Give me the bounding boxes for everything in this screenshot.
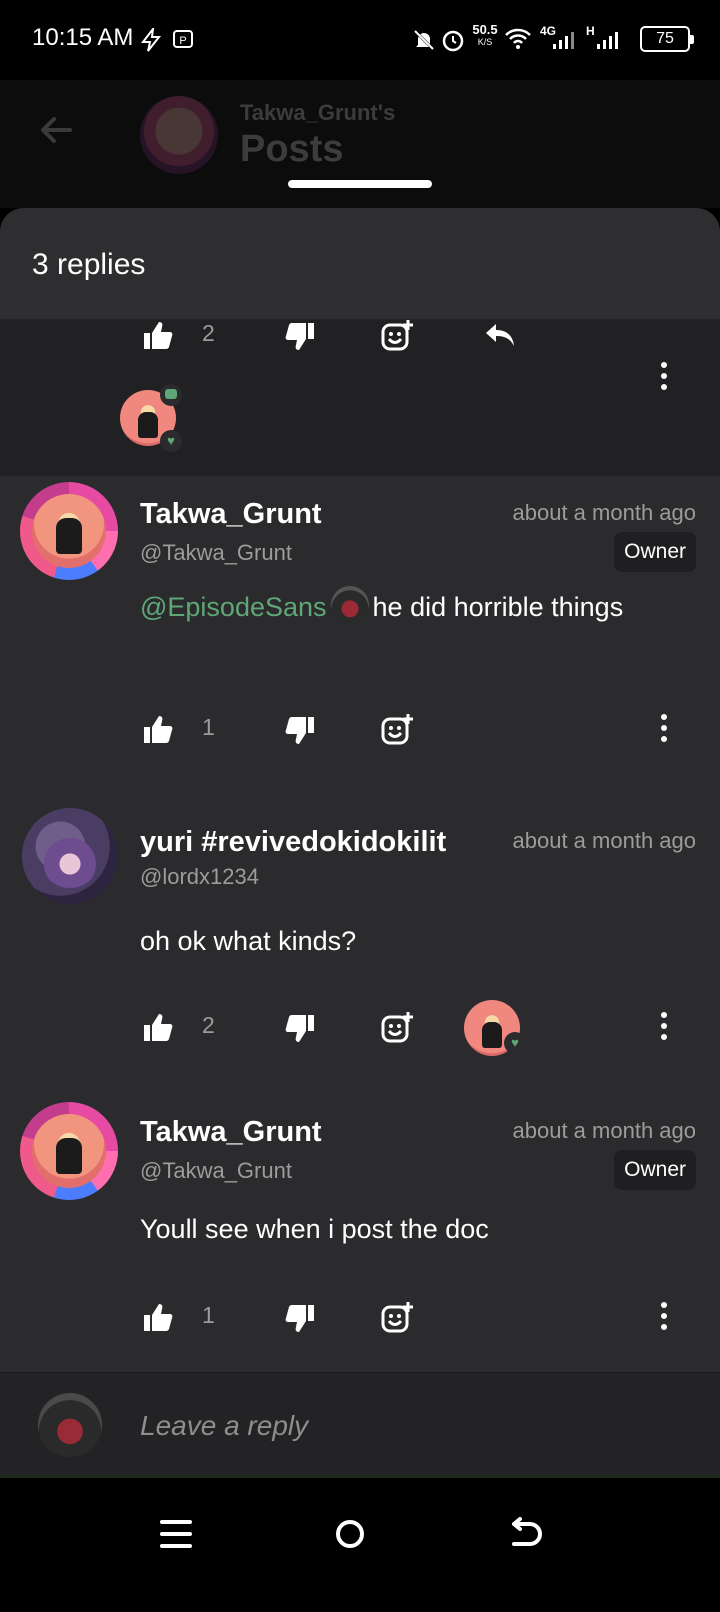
header-avatar (140, 96, 218, 174)
reply-handle: @Takwa_Grunt (140, 540, 292, 565)
reply-input[interactable] (140, 1401, 660, 1451)
mute-bell-icon (413, 29, 435, 51)
sheet-header: 3 replies (0, 208, 720, 320)
reply-item: yuri #revivedokidokilit about a month ag… (0, 798, 720, 1088)
net-speed: 50.5 K/S (472, 22, 498, 47)
reply-body: Youll see when i post the doc (140, 1214, 489, 1244)
add-reaction-icon[interactable] (380, 1300, 416, 1336)
like-icon[interactable] (140, 1300, 176, 1336)
dislike-icon[interactable] (282, 1010, 318, 1046)
add-reaction-icon[interactable] (380, 318, 416, 354)
reply-action-row: 2 ♥ (0, 1000, 720, 1058)
battery-indicator: 75 (640, 26, 694, 52)
menu-icon[interactable] (146, 1504, 206, 1564)
reply-timestamp: about a month ago (512, 500, 696, 525)
parent-action-row: 2 (0, 310, 720, 366)
like-count: 1 (202, 1302, 215, 1328)
parent-post-actions: 2 ♥ (0, 320, 720, 476)
reply-handle: @Takwa_Grunt (140, 1158, 292, 1183)
replies-sheet: 3 replies 2 ♥ Takwa_Grunt about a month … (0, 208, 720, 1520)
avatar[interactable] (20, 1102, 118, 1200)
like-icon[interactable] (140, 1010, 176, 1046)
signal-1-icon (553, 32, 574, 49)
page-title: Posts (240, 128, 344, 170)
reply-item: Takwa_Grunt about a month ago @Takwa_Gru… (0, 1096, 720, 1386)
reply-timestamp: about a month ago (512, 1118, 696, 1143)
system-nav-bar (0, 1478, 720, 1612)
reply-username[interactable]: Takwa_Grunt (140, 498, 322, 531)
add-reaction-icon[interactable] (380, 1010, 416, 1046)
like-count: 1 (202, 714, 215, 740)
svg-text:P: P (179, 35, 186, 47)
reply-action-row: 1 (0, 1292, 720, 1348)
reaction-heart-icon: ♥ (160, 430, 182, 452)
back-arrow-icon[interactable] (36, 110, 76, 150)
page-header: Takwa_Grunt's Posts (0, 80, 720, 208)
flash-icon (140, 28, 162, 52)
nfc-icon: P (173, 30, 193, 48)
dislike-icon[interactable] (282, 1300, 318, 1336)
reply-text: @EpisodeSans he did horrible things (140, 586, 680, 628)
current-user-avatar (38, 1393, 102, 1457)
reply-item: Takwa_Grunt about a month ago @Takwa_Gru… (0, 476, 720, 796)
add-reaction-icon[interactable] (380, 712, 416, 748)
like-icon[interactable] (140, 712, 176, 748)
home-icon[interactable] (320, 1504, 380, 1564)
sheet-drag-handle[interactable] (288, 180, 432, 188)
more-options-icon[interactable] (660, 714, 668, 744)
wifi-icon (505, 28, 531, 49)
like-icon[interactable] (140, 318, 176, 354)
avatar[interactable] (22, 808, 118, 904)
parent-more-options-icon[interactable] (660, 362, 668, 392)
like-count: 2 (202, 1012, 215, 1038)
more-options-icon[interactable] (660, 1012, 668, 1042)
mention-avatar (330, 586, 369, 624)
status-bar: 10:15 AM P 50.5 K/S 4G H 75 (0, 0, 720, 80)
alarm-icon (442, 30, 464, 52)
network-h-label: H (586, 24, 595, 38)
parent-like-count: 2 (202, 320, 215, 346)
reaction-comment-icon (160, 384, 182, 406)
status-time: 10:15 AM (32, 24, 134, 51)
dislike-icon[interactable] (282, 318, 318, 354)
reply-username[interactable]: yuri #revivedokidokilit (140, 826, 450, 859)
owner-badge: Owner (614, 532, 696, 572)
more-options-icon[interactable] (660, 1302, 668, 1332)
reply-composer (0, 1372, 720, 1476)
reply-body: oh ok what kinds? (140, 926, 357, 956)
back-icon[interactable] (496, 1504, 556, 1564)
dislike-icon[interactable] (282, 712, 318, 748)
header-subtitle: Takwa_Grunt's (240, 100, 396, 125)
sheet-title: 3 replies (32, 248, 146, 281)
reaction-heart-icon: ♥ (504, 1032, 526, 1054)
reply-action-row: 1 (0, 704, 720, 760)
signal-2-icon (597, 32, 618, 49)
reply-handle: @lordx1234 (140, 864, 259, 889)
user-mention[interactable]: @EpisodeSans (140, 592, 327, 622)
reply-username[interactable]: Takwa_Grunt (140, 1116, 322, 1149)
reply-timestamp: about a month ago (512, 828, 696, 853)
reply-body: he did horrible things (372, 592, 624, 622)
owner-badge: Owner (614, 1150, 696, 1190)
reply-arrow-icon[interactable] (482, 318, 518, 354)
avatar[interactable] (20, 482, 118, 580)
